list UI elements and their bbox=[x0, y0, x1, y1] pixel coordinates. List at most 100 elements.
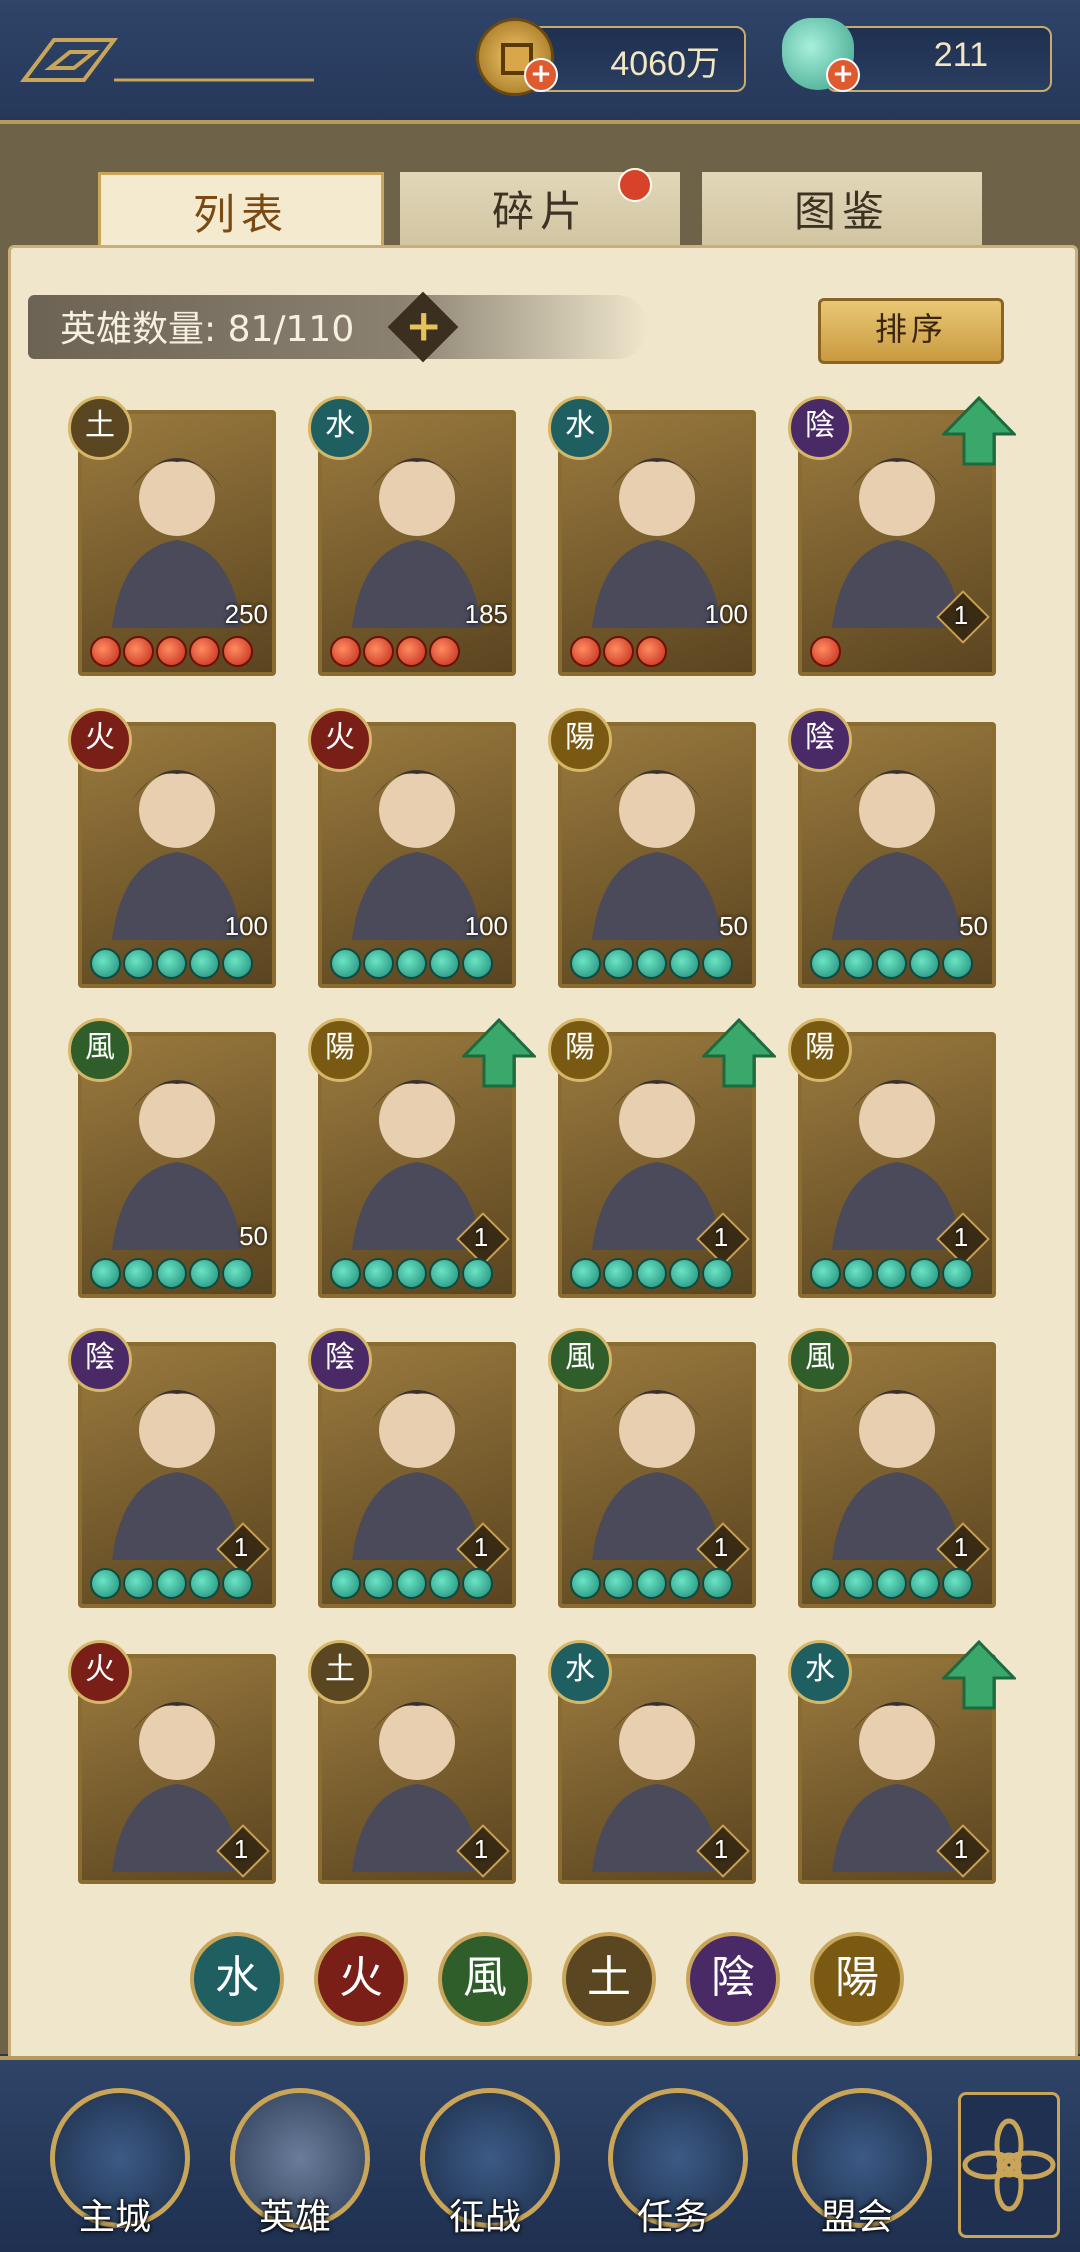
star-icon bbox=[603, 948, 634, 979]
hero-card[interactable]: 陽1 bbox=[308, 1017, 538, 1298]
star-icon bbox=[123, 948, 154, 979]
star-icon bbox=[396, 1568, 427, 1599]
star-rating bbox=[90, 1568, 253, 1602]
hero-card[interactable]: 土 250 bbox=[68, 396, 276, 676]
star-icon bbox=[156, 948, 187, 979]
hero-card[interactable]: 風1 bbox=[788, 1328, 996, 1608]
star-icon bbox=[429, 948, 460, 979]
hero-card[interactable]: 陰1 bbox=[308, 1328, 516, 1608]
more-menu-button[interactable] bbox=[958, 2092, 1060, 2238]
nav-alliance[interactable]: 盟会 bbox=[782, 2080, 932, 2240]
element-badge: 陽 bbox=[548, 708, 612, 772]
nav-heroes[interactable]: 英雄 bbox=[220, 2080, 370, 2240]
hero-card[interactable]: 水 100 bbox=[548, 396, 756, 676]
star-icon bbox=[702, 948, 733, 979]
nav-main-city[interactable]: 主城 bbox=[40, 2080, 190, 2240]
nav-battle[interactable]: 征战 bbox=[410, 2080, 560, 2240]
star-icon bbox=[909, 1568, 940, 1599]
star-icon bbox=[570, 1258, 601, 1289]
star-icon bbox=[570, 1568, 601, 1599]
tab-list[interactable]: 列表 bbox=[98, 172, 384, 255]
filter-element-button[interactable]: 風 bbox=[438, 1932, 532, 2026]
hero-count: 英雄数量: 81/110 bbox=[60, 309, 355, 350]
star-icon bbox=[90, 948, 121, 979]
star-icon bbox=[603, 1258, 634, 1289]
star-icon bbox=[636, 1258, 667, 1289]
sort-button[interactable]: 排序 bbox=[818, 298, 1004, 364]
star-rating bbox=[570, 948, 733, 982]
star-icon bbox=[189, 636, 220, 667]
hero-card[interactable]: 火1 bbox=[68, 1640, 276, 1884]
star-icon bbox=[156, 636, 187, 667]
hero-card[interactable]: 陽1 bbox=[548, 1017, 778, 1298]
element-badge: 水 bbox=[308, 396, 372, 460]
hero-portrait bbox=[332, 740, 502, 940]
star-icon bbox=[702, 1258, 733, 1289]
notification-dot bbox=[618, 168, 652, 202]
hero-level: 50 bbox=[239, 1221, 268, 1251]
star-icon bbox=[363, 1258, 394, 1289]
menu-button[interactable] bbox=[14, 30, 314, 90]
filter-element-button[interactable]: 土 bbox=[562, 1932, 656, 2026]
star-rating bbox=[570, 1568, 733, 1602]
star-icon bbox=[429, 636, 460, 667]
hero-card[interactable]: 陰1 bbox=[788, 395, 1018, 676]
filter-element-button[interactable]: 水 bbox=[190, 1932, 284, 2026]
hero-card[interactable]: 火 100 bbox=[68, 708, 276, 988]
filter-element-button[interactable]: 陰 bbox=[686, 1932, 780, 2026]
hero-card[interactable]: 陰1 bbox=[68, 1328, 276, 1608]
hero-card[interactable]: 水1 bbox=[788, 1639, 1018, 1884]
hero-level: 1 bbox=[940, 1216, 982, 1258]
star-icon bbox=[810, 948, 841, 979]
hero-level: 1 bbox=[460, 1526, 502, 1568]
hero-card[interactable]: 陽 50 bbox=[548, 708, 756, 988]
top-bar: 4060万 + 211 + bbox=[0, 0, 1080, 124]
star-icon bbox=[189, 948, 220, 979]
star-rating bbox=[810, 1258, 973, 1292]
element-badge: 風 bbox=[788, 1328, 852, 1392]
element-badge: 水 bbox=[548, 396, 612, 460]
element-badge: 陰 bbox=[788, 396, 852, 460]
hero-card[interactable]: 土1 bbox=[308, 1640, 516, 1884]
hero-level: 100 bbox=[704, 599, 748, 629]
star-icon bbox=[876, 1568, 907, 1599]
element-badge: 火 bbox=[68, 1640, 132, 1704]
star-rating bbox=[90, 1258, 253, 1292]
hero-level: 1 bbox=[700, 1828, 742, 1870]
star-icon bbox=[330, 636, 361, 667]
star-icon bbox=[90, 636, 121, 667]
bottom-nav: 主城 英雄 征战 任务 盟会 bbox=[0, 2056, 1080, 2252]
element-badge: 火 bbox=[308, 708, 372, 772]
filter-element-button[interactable]: 陽 bbox=[810, 1932, 904, 2026]
star-icon bbox=[636, 1568, 667, 1599]
hero-card[interactable]: 水1 bbox=[548, 1640, 756, 1884]
filter-element-button[interactable]: 火 bbox=[314, 1932, 408, 2026]
star-icon bbox=[396, 948, 427, 979]
hero-card[interactable]: 風1 bbox=[548, 1328, 756, 1608]
hero-card[interactable]: 水 185 bbox=[308, 396, 516, 676]
hero-card[interactable]: 風 50 bbox=[68, 1018, 276, 1298]
add-jade-button[interactable]: + bbox=[826, 58, 860, 92]
star-icon bbox=[189, 1258, 220, 1289]
star-icon bbox=[810, 1568, 841, 1599]
star-rating bbox=[810, 1568, 973, 1602]
star-icon bbox=[222, 1568, 253, 1599]
element-badge: 陰 bbox=[308, 1328, 372, 1392]
star-rating bbox=[810, 636, 841, 670]
star-icon bbox=[429, 1568, 460, 1599]
tab-codex[interactable]: 图鉴 bbox=[702, 172, 982, 252]
hero-level: 1 bbox=[940, 1828, 982, 1870]
hero-card[interactable]: 陽1 bbox=[788, 1018, 996, 1298]
star-icon bbox=[396, 636, 427, 667]
element-badge: 陰 bbox=[68, 1328, 132, 1392]
nav-quests[interactable]: 任务 bbox=[598, 2080, 748, 2240]
upgrade-arrow-icon bbox=[700, 1017, 778, 1088]
hero-card[interactable]: 火 100 bbox=[308, 708, 516, 988]
hero-level: 250 bbox=[224, 599, 268, 629]
star-icon bbox=[603, 636, 634, 667]
element-badge: 火 bbox=[68, 708, 132, 772]
add-coins-button[interactable]: + bbox=[524, 58, 558, 92]
hero-level: 50 bbox=[719, 911, 748, 941]
hero-portrait bbox=[332, 428, 502, 628]
hero-card[interactable]: 陰 50 bbox=[788, 708, 996, 988]
